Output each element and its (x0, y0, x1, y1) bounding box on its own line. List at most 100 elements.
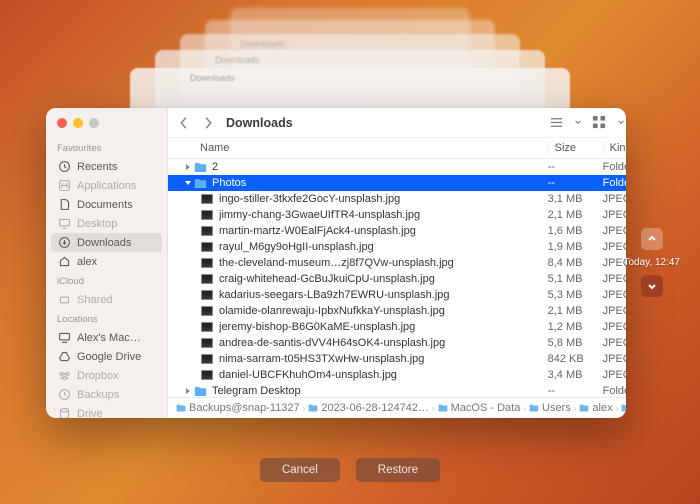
file-row[interactable]: nima-sarram-t05HS3TXwHw-unsplash.jpg842 … (168, 351, 626, 367)
sidebar-item-drive[interactable]: Drive (51, 404, 162, 418)
file-size: 1,9 MB (548, 241, 603, 253)
file-size: 5,3 MB (548, 289, 603, 301)
file-size: -- (548, 161, 603, 173)
file-kind: JPEG (603, 321, 626, 333)
file-size: 1,6 MB (548, 225, 603, 237)
minimize-button[interactable] (73, 118, 83, 128)
sidebar-item-label: Drive (77, 408, 103, 419)
file-size: 2,1 MB (548, 209, 603, 221)
file-name: craig-whitehead-GcBuJkuiCpU-unsplash.jpg (219, 273, 548, 285)
sidebar-item-google-drive[interactable]: Google Drive (51, 347, 162, 366)
sidebar-item-label: Google Drive (77, 351, 141, 363)
sidebar-item-backups[interactable]: Backups (51, 385, 162, 404)
file-size: 842 KB (548, 353, 603, 365)
sidebar-item-recents[interactable]: Recents (51, 157, 162, 176)
folder-row[interactable]: Photos--FolderToday, 12:47 (168, 175, 626, 191)
cancel-button[interactable]: Cancel (260, 458, 340, 482)
time-nav-down-button[interactable] (641, 275, 663, 297)
sidebar: FavouritesRecentsApplicationsDocumentsDe… (46, 108, 168, 418)
column-headers[interactable]: Name Size Kind Date Added (168, 138, 626, 159)
file-kind: JPEG (603, 193, 626, 205)
image-file-icon (201, 242, 213, 252)
sidebar-item-documents[interactable]: Documents (51, 195, 162, 214)
path-bar[interactable]: Backups@snap-11327›2023-06-28-124742…›Ma… (168, 397, 626, 418)
folder-row[interactable]: Telegram Desktop--FolderToday, 12:47 (168, 383, 626, 397)
group-icon[interactable] (592, 115, 607, 130)
file-row[interactable]: andrea-de-santis-dVV4H64sOK4-unsplash.jp… (168, 335, 626, 351)
file-kind: JPEG (603, 353, 626, 365)
chevron-down-icon[interactable] (617, 115, 625, 130)
header-name[interactable]: Name (200, 142, 548, 154)
time-nav-label: Today, 12:47 (623, 257, 680, 268)
folder-row[interactable]: 2--FolderToday, 12:47 (168, 159, 626, 175)
file-list[interactable]: 2--FolderToday, 12:47Photos--FolderToday… (168, 159, 626, 397)
file-size: 3,4 MB (548, 369, 603, 381)
file-row[interactable]: craig-whitehead-GcBuJkuiCpU-unsplash.jpg… (168, 271, 626, 287)
file-kind: JPEG (603, 369, 626, 381)
chevron-down-icon[interactable] (574, 115, 582, 130)
view-list-icon[interactable] (549, 115, 564, 130)
file-row[interactable]: rayul_M6gy9oHgII-unsplash.jpg1,9 MBJPEGT… (168, 239, 626, 255)
file-kind: JPEG (603, 209, 626, 221)
sidebar-item-applications[interactable]: Applications (51, 176, 162, 195)
file-name: rayul_M6gy9oHgII-unsplash.jpg (219, 241, 548, 253)
file-kind: Folder (603, 177, 626, 189)
path-segment[interactable]: alex (579, 402, 612, 414)
time-nav-up-button[interactable] (641, 228, 663, 250)
file-name: kadarius-seegars-LBa9zh7EWRU-unsplash.jp… (219, 289, 548, 301)
sidebar-item-dropbox[interactable]: Dropbox (51, 366, 162, 385)
file-kind: JPEG (603, 305, 626, 317)
path-segment[interactable]: Backups@snap-11327 (176, 402, 300, 414)
file-row[interactable]: martin-martz-W0EalFjAck4-unsplash.jpg1,6… (168, 223, 626, 239)
path-segment[interactable]: 2023-06-28-124742… (308, 402, 429, 414)
sidebar-item-label: Recents (77, 161, 117, 173)
traffic-lights[interactable] (46, 116, 167, 138)
file-size: -- (548, 177, 603, 189)
file-row[interactable]: olamide-olanrewaju-IpbxNufkkaY-unsplash.… (168, 303, 626, 319)
back-button[interactable] (178, 116, 190, 130)
action-buttons: Cancel Restore (0, 458, 700, 482)
path-segment[interactable]: MacOS - Data (438, 402, 521, 414)
image-file-icon (201, 306, 213, 316)
forward-button[interactable] (202, 116, 214, 130)
image-file-icon (201, 274, 213, 284)
image-file-icon (201, 210, 213, 220)
file-row[interactable]: the-cleveland-museum…zj8f7QVw-unsplash.j… (168, 255, 626, 271)
sidebar-item-alex-s-mac-[interactable]: Alex's Mac… (51, 328, 162, 347)
sidebar-item-shared[interactable]: Shared (51, 290, 162, 309)
main-panel: Downloads ⋯ Name Size Kind Date Added 2-… (168, 108, 626, 418)
path-segment[interactable]: Users (529, 402, 571, 414)
header-size[interactable]: Size (548, 142, 603, 154)
image-file-icon (201, 290, 213, 300)
finder-window: FavouritesRecentsApplicationsDocumentsDe… (46, 108, 626, 418)
file-name: daniel-UBCFKhuhOm4-unsplash.jpg (219, 369, 548, 381)
sidebar-item-desktop[interactable]: Desktop (51, 214, 162, 233)
sidebar-item-label: Alex's Mac… (77, 332, 141, 344)
file-row[interactable]: kadarius-seegars-LBa9zh7EWRU-unsplash.jp… (168, 287, 626, 303)
sidebar-item-alex[interactable]: alex (51, 252, 162, 271)
image-file-icon (201, 338, 213, 348)
close-button[interactable] (57, 118, 67, 128)
file-name: martin-martz-W0EalFjAck4-unsplash.jpg (219, 225, 548, 237)
file-row[interactable]: jimmy-chang-3GwaeUIfTR4-unsplash.jpg2,1 … (168, 207, 626, 223)
path-segment[interactable]: Downloads (621, 402, 626, 414)
sidebar-item-downloads[interactable]: Downloads (51, 233, 162, 252)
file-size: 5,1 MB (548, 273, 603, 285)
file-row[interactable]: ingo-stiller-3tkxfe2GocY-unsplash.jpg3,1… (168, 191, 626, 207)
file-name: andrea-de-santis-dVV4H64sOK4-unsplash.jp… (219, 337, 548, 349)
file-row[interactable]: daniel-UBCFKhuhOm4-unsplash.jpg3,4 MBJPE… (168, 367, 626, 383)
file-kind: Folder (603, 161, 626, 173)
sidebar-item-label: alex (77, 256, 97, 268)
file-kind: Folder (603, 385, 626, 397)
zoom-button[interactable] (89, 118, 99, 128)
image-file-icon (201, 194, 213, 204)
sidebar-item-label: Applications (77, 180, 136, 192)
file-name: olamide-olanrewaju-IpbxNufkkaY-unsplash.… (219, 305, 548, 317)
header-kind[interactable]: Kind (603, 142, 626, 154)
restore-button[interactable]: Restore (356, 458, 440, 482)
image-file-icon (201, 354, 213, 364)
image-file-icon (201, 322, 213, 332)
file-row[interactable]: jeremy-bishop-B6G0KaME-unsplash.jpg1,2 M… (168, 319, 626, 335)
file-name: jeremy-bishop-B6G0KaME-unsplash.jpg (219, 321, 548, 333)
sidebar-item-label: Desktop (77, 218, 117, 230)
